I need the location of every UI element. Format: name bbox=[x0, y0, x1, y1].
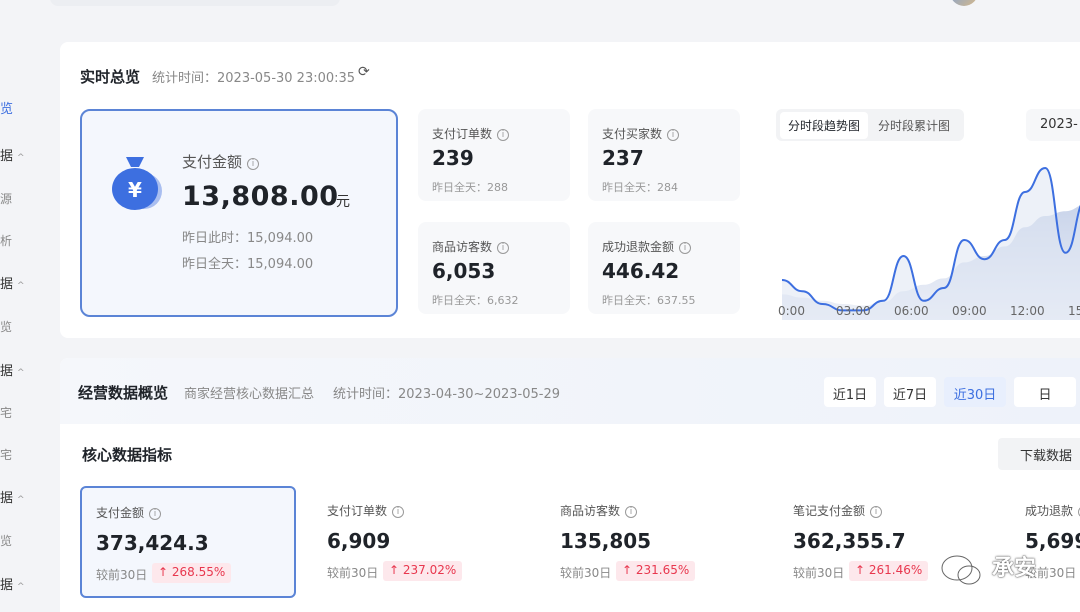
sidebar-group-4[interactable]: 据 ^ bbox=[0, 487, 25, 506]
yesterday-full-day: 昨日全天：15,094.00 bbox=[182, 257, 314, 272]
range-7-days[interactable]: 近7日 bbox=[884, 377, 936, 407]
info-icon[interactable]: i bbox=[870, 506, 883, 518]
x-tick-label: 0:00 bbox=[778, 304, 805, 318]
kpi-card-visitors[interactable]: 商品访客数 i 135,805 较前30日 ↑ 231.65% bbox=[546, 486, 762, 598]
kpi-value: 362,355.7 bbox=[793, 529, 906, 553]
kpi-compare-label: 较前30日 bbox=[793, 566, 845, 580]
info-icon[interactable]: i bbox=[497, 242, 510, 254]
sidebar-group-5[interactable]: 据 ^ bbox=[0, 574, 25, 593]
payment-amount-label: 支付金额 i bbox=[182, 151, 260, 172]
metric-card-buyers[interactable]: 支付买家数 i 237 昨日全天：284 bbox=[588, 109, 740, 201]
core-metrics-title: 核心数据指标 bbox=[82, 446, 173, 464]
kpi-change-badge: ↑ 237.02% bbox=[383, 561, 463, 581]
top-bar bbox=[0, 0, 1080, 20]
svg-text:¥: ¥ bbox=[128, 178, 142, 202]
sidebar-group-1[interactable]: 据 ^ bbox=[0, 145, 25, 164]
business-timestamp: 统计时间：2023-04-30~2023-05-29 bbox=[333, 387, 560, 402]
sidebar-group-3[interactable]: 据 ^ bbox=[0, 360, 25, 379]
sidebar-subitem[interactable]: 览 bbox=[0, 532, 12, 549]
chevron-up-icon: ^ bbox=[17, 153, 25, 163]
kpi-card-payment[interactable]: 支付金额 i 373,424.3 较前30日 ↑ 268.55% bbox=[80, 486, 296, 598]
kpi-value: 6,909 bbox=[327, 529, 391, 553]
realtime-title: 实时总览 bbox=[80, 68, 141, 86]
sidebar-item-overview[interactable]: 览 bbox=[0, 98, 13, 117]
business-title: 经营数据概览 bbox=[78, 384, 169, 402]
kpi-change-badge: ↑ 268.55% bbox=[152, 563, 232, 583]
watermark-text: 承安 bbox=[992, 556, 1037, 581]
tab-hourly-trend[interactable]: 分时段趋势图 bbox=[780, 111, 869, 139]
range-30-days[interactable]: 近30日 bbox=[944, 377, 1006, 407]
date-picker[interactable]: 2023- bbox=[1026, 109, 1080, 141]
x-tick-label: 06:00 bbox=[894, 304, 929, 318]
metric-previous: 昨日全天：284 bbox=[602, 181, 678, 194]
info-icon[interactable]: i bbox=[149, 508, 162, 520]
metric-value: 237 bbox=[602, 146, 644, 170]
info-icon[interactable]: i bbox=[497, 129, 510, 141]
metric-previous: 昨日全天：6,632 bbox=[432, 294, 519, 307]
x-tick-label: 09:00 bbox=[952, 304, 987, 318]
kpi-compare-label: 较前30日 bbox=[327, 566, 379, 580]
metric-card-refunds[interactable]: 成功退款金额 i 446.42 昨日全天：637.55 bbox=[588, 222, 740, 314]
yesterday-same-time: 昨日此时：15,094.00 bbox=[182, 231, 314, 246]
chevron-up-icon: ^ bbox=[17, 582, 25, 592]
refresh-icon[interactable]: ⟳ bbox=[358, 64, 376, 82]
kpi-compare-label: 较前30日 bbox=[96, 568, 148, 582]
sidebar-subitem[interactable]: 析 bbox=[0, 232, 12, 249]
payment-amount-box[interactable]: ¥ 支付金额 i 13,808.00 元 昨日此时：15,094.00 昨日全天：… bbox=[80, 109, 398, 317]
hourly-trend-chart: 0:00 03:00 06:00 09:00 12:00 15:00 bbox=[778, 166, 1080, 320]
metric-value: 6,053 bbox=[432, 259, 496, 283]
payment-amount-unit: 元 bbox=[336, 194, 350, 210]
chevron-up-icon: ^ bbox=[17, 368, 25, 378]
kpi-card-orders[interactable]: 支付订单数 i 6,909 较前30日 ↑ 237.02% bbox=[313, 486, 529, 598]
metric-previous: 昨日全天：288 bbox=[432, 181, 508, 194]
chevron-up-icon: ^ bbox=[17, 281, 25, 291]
sidebar-subitem[interactable]: 览 bbox=[0, 318, 12, 335]
x-tick-label: 15:00 bbox=[1068, 304, 1080, 318]
search-input[interactable] bbox=[50, 0, 340, 6]
download-data-button[interactable]: 下载数据 bbox=[998, 438, 1080, 470]
info-icon[interactable]: i bbox=[625, 506, 638, 518]
sidebar-group-2[interactable]: 据 ^ bbox=[0, 273, 25, 292]
info-icon[interactable]: i bbox=[667, 129, 680, 141]
range-day[interactable]: 日 bbox=[1014, 377, 1076, 407]
sidebar-subitem[interactable]: 宅 bbox=[0, 404, 12, 421]
realtime-overview-card: 实时总览 统计时间：2023-05-30 23:00:35 ⟳ ¥ 支付金额 i … bbox=[60, 42, 1080, 338]
info-icon[interactable]: i bbox=[679, 242, 692, 254]
chart-mode-toggle: 分时段趋势图 分时段累计图 bbox=[776, 109, 965, 141]
x-tick-label: 03:00 bbox=[836, 304, 871, 318]
x-tick-label: 12:00 bbox=[1010, 304, 1045, 318]
sidebar-subitem[interactable]: 源 bbox=[0, 190, 12, 207]
kpi-value: 373,424.3 bbox=[96, 531, 209, 555]
business-header: 经营数据概览 商家经营核心数据汇总 统计时间：2023-04-30~2023-0… bbox=[60, 358, 1080, 424]
money-bag-icon: ¥ bbox=[112, 157, 162, 210]
metric-card-visitors[interactable]: 商品访客数 i 6,053 昨日全天：6,632 bbox=[418, 222, 570, 314]
tab-hourly-cumulative[interactable]: 分时段累计图 bbox=[870, 112, 958, 139]
business-subtitle: 商家经营核心数据汇总 bbox=[184, 387, 315, 402]
metric-value: 446.42 bbox=[602, 259, 680, 283]
sidebar: 览 据 ^ 源 析 据 ^ 览 据 ^ 宅 宅 据 ^ 览 据 ^ bbox=[0, 40, 36, 612]
kpi-change-badge: ↑ 231.65% bbox=[616, 561, 696, 581]
range-1-day[interactable]: 近1日 bbox=[824, 377, 876, 407]
kpi-value: 135,805 bbox=[560, 529, 652, 553]
metric-previous: 昨日全天：637.55 bbox=[602, 294, 696, 307]
realtime-timestamp: 统计时间：2023-05-30 23:00:35 bbox=[152, 71, 356, 86]
metric-value: 239 bbox=[432, 146, 474, 170]
payment-amount-value: 13,808.00 bbox=[182, 181, 339, 212]
avatar[interactable] bbox=[950, 0, 978, 6]
sidebar-subitem[interactable]: 宅 bbox=[0, 446, 12, 463]
business-overview-card: 经营数据概览 商家经营核心数据汇总 统计时间：2023-04-30~2023-0… bbox=[60, 358, 1080, 612]
chevron-up-icon: ^ bbox=[17, 495, 25, 505]
info-icon[interactable]: i bbox=[392, 506, 405, 518]
kpi-compare-label: 较前30日 bbox=[560, 566, 612, 580]
info-icon[interactable]: i bbox=[247, 158, 260, 170]
kpi-change-badge: ↑ 261.46% bbox=[849, 561, 929, 581]
metric-card-orders[interactable]: 支付订单数 i 239 昨日全天：288 bbox=[418, 109, 570, 201]
